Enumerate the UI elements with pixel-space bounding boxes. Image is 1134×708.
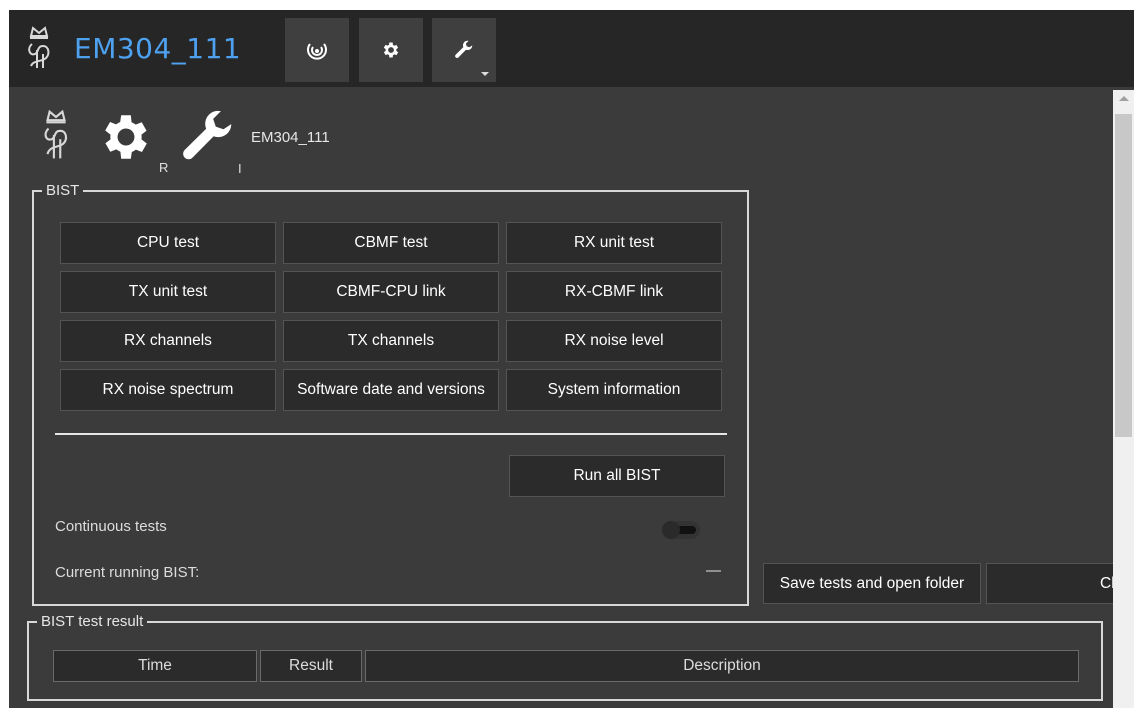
bist-result-group: BIST test result Time Result Description	[27, 613, 1103, 701]
column-header-result[interactable]: Result	[260, 650, 362, 682]
bist-group: BIST CPU test CBMF test RX unit test TX …	[32, 182, 749, 606]
chevron-down-icon	[481, 72, 489, 76]
tx-unit-test-button[interactable]: TX unit test	[60, 271, 276, 313]
scrollbar-thumb[interactable]	[1115, 114, 1132, 437]
bist-legend: BIST	[42, 182, 84, 200]
device-name: EM304_111	[251, 129, 330, 146]
wrench-icon	[455, 40, 473, 58]
sonar-button[interactable]	[285, 18, 349, 82]
continuous-tests-label: Continuous tests	[55, 518, 167, 535]
app-title: EM304_111	[74, 32, 242, 65]
cpu-test-button[interactable]: CPU test	[60, 222, 276, 264]
top-bar: EM304_111	[9, 10, 1134, 87]
current-running-value: —	[706, 562, 721, 579]
settings-button[interactable]	[359, 18, 423, 82]
rx-noise-level-button[interactable]: RX noise level	[506, 320, 722, 362]
gear-icon	[383, 42, 399, 58]
software-date-versions-button[interactable]: Software date and versions	[283, 369, 499, 411]
vertical-scrollbar[interactable]	[1113, 90, 1134, 708]
cbmf-test-button[interactable]: CBMF test	[283, 222, 499, 264]
continuous-tests-toggle[interactable]	[662, 521, 700, 539]
cbmf-cpu-link-button[interactable]: CBMF-CPU link	[283, 271, 499, 313]
wrench-subscript: I	[238, 161, 242, 176]
column-header-time[interactable]: Time	[53, 650, 257, 682]
scroll-up-icon[interactable]	[1119, 96, 1129, 101]
column-header-description[interactable]: Description	[365, 650, 1079, 682]
save-tests-button[interactable]: Save tests and open folder	[763, 563, 981, 604]
divider	[55, 433, 727, 435]
rx-unit-test-button[interactable]: RX unit test	[506, 222, 722, 264]
crown-logo-icon	[28, 26, 50, 68]
clear-button[interactable]: Clea	[986, 563, 1134, 604]
gear-subscript: R	[159, 160, 169, 175]
system-information-button[interactable]: System information	[506, 369, 722, 411]
current-running-label: Current running BIST:	[55, 564, 200, 581]
toggle-knob	[662, 521, 680, 539]
tools-menu-button[interactable]	[432, 18, 496, 82]
main-window: EM304_111 R I EM304_111 BIST CPU test CB…	[9, 10, 1134, 708]
rx-noise-spectrum-button[interactable]: RX noise spectrum	[60, 369, 276, 411]
sonar-icon	[307, 43, 327, 60]
wrench-icon	[183, 110, 232, 160]
run-all-bist-button[interactable]: Run all BIST	[509, 455, 725, 497]
crown-logo-icon	[44, 109, 68, 159]
rx-channels-button[interactable]: RX channels	[60, 320, 276, 362]
tx-channels-button[interactable]: TX channels	[283, 320, 499, 362]
gear-icon	[105, 115, 147, 159]
rx-cbmf-link-button[interactable]: RX-CBMF link	[506, 271, 722, 313]
bist-result-legend: BIST test result	[37, 613, 148, 631]
